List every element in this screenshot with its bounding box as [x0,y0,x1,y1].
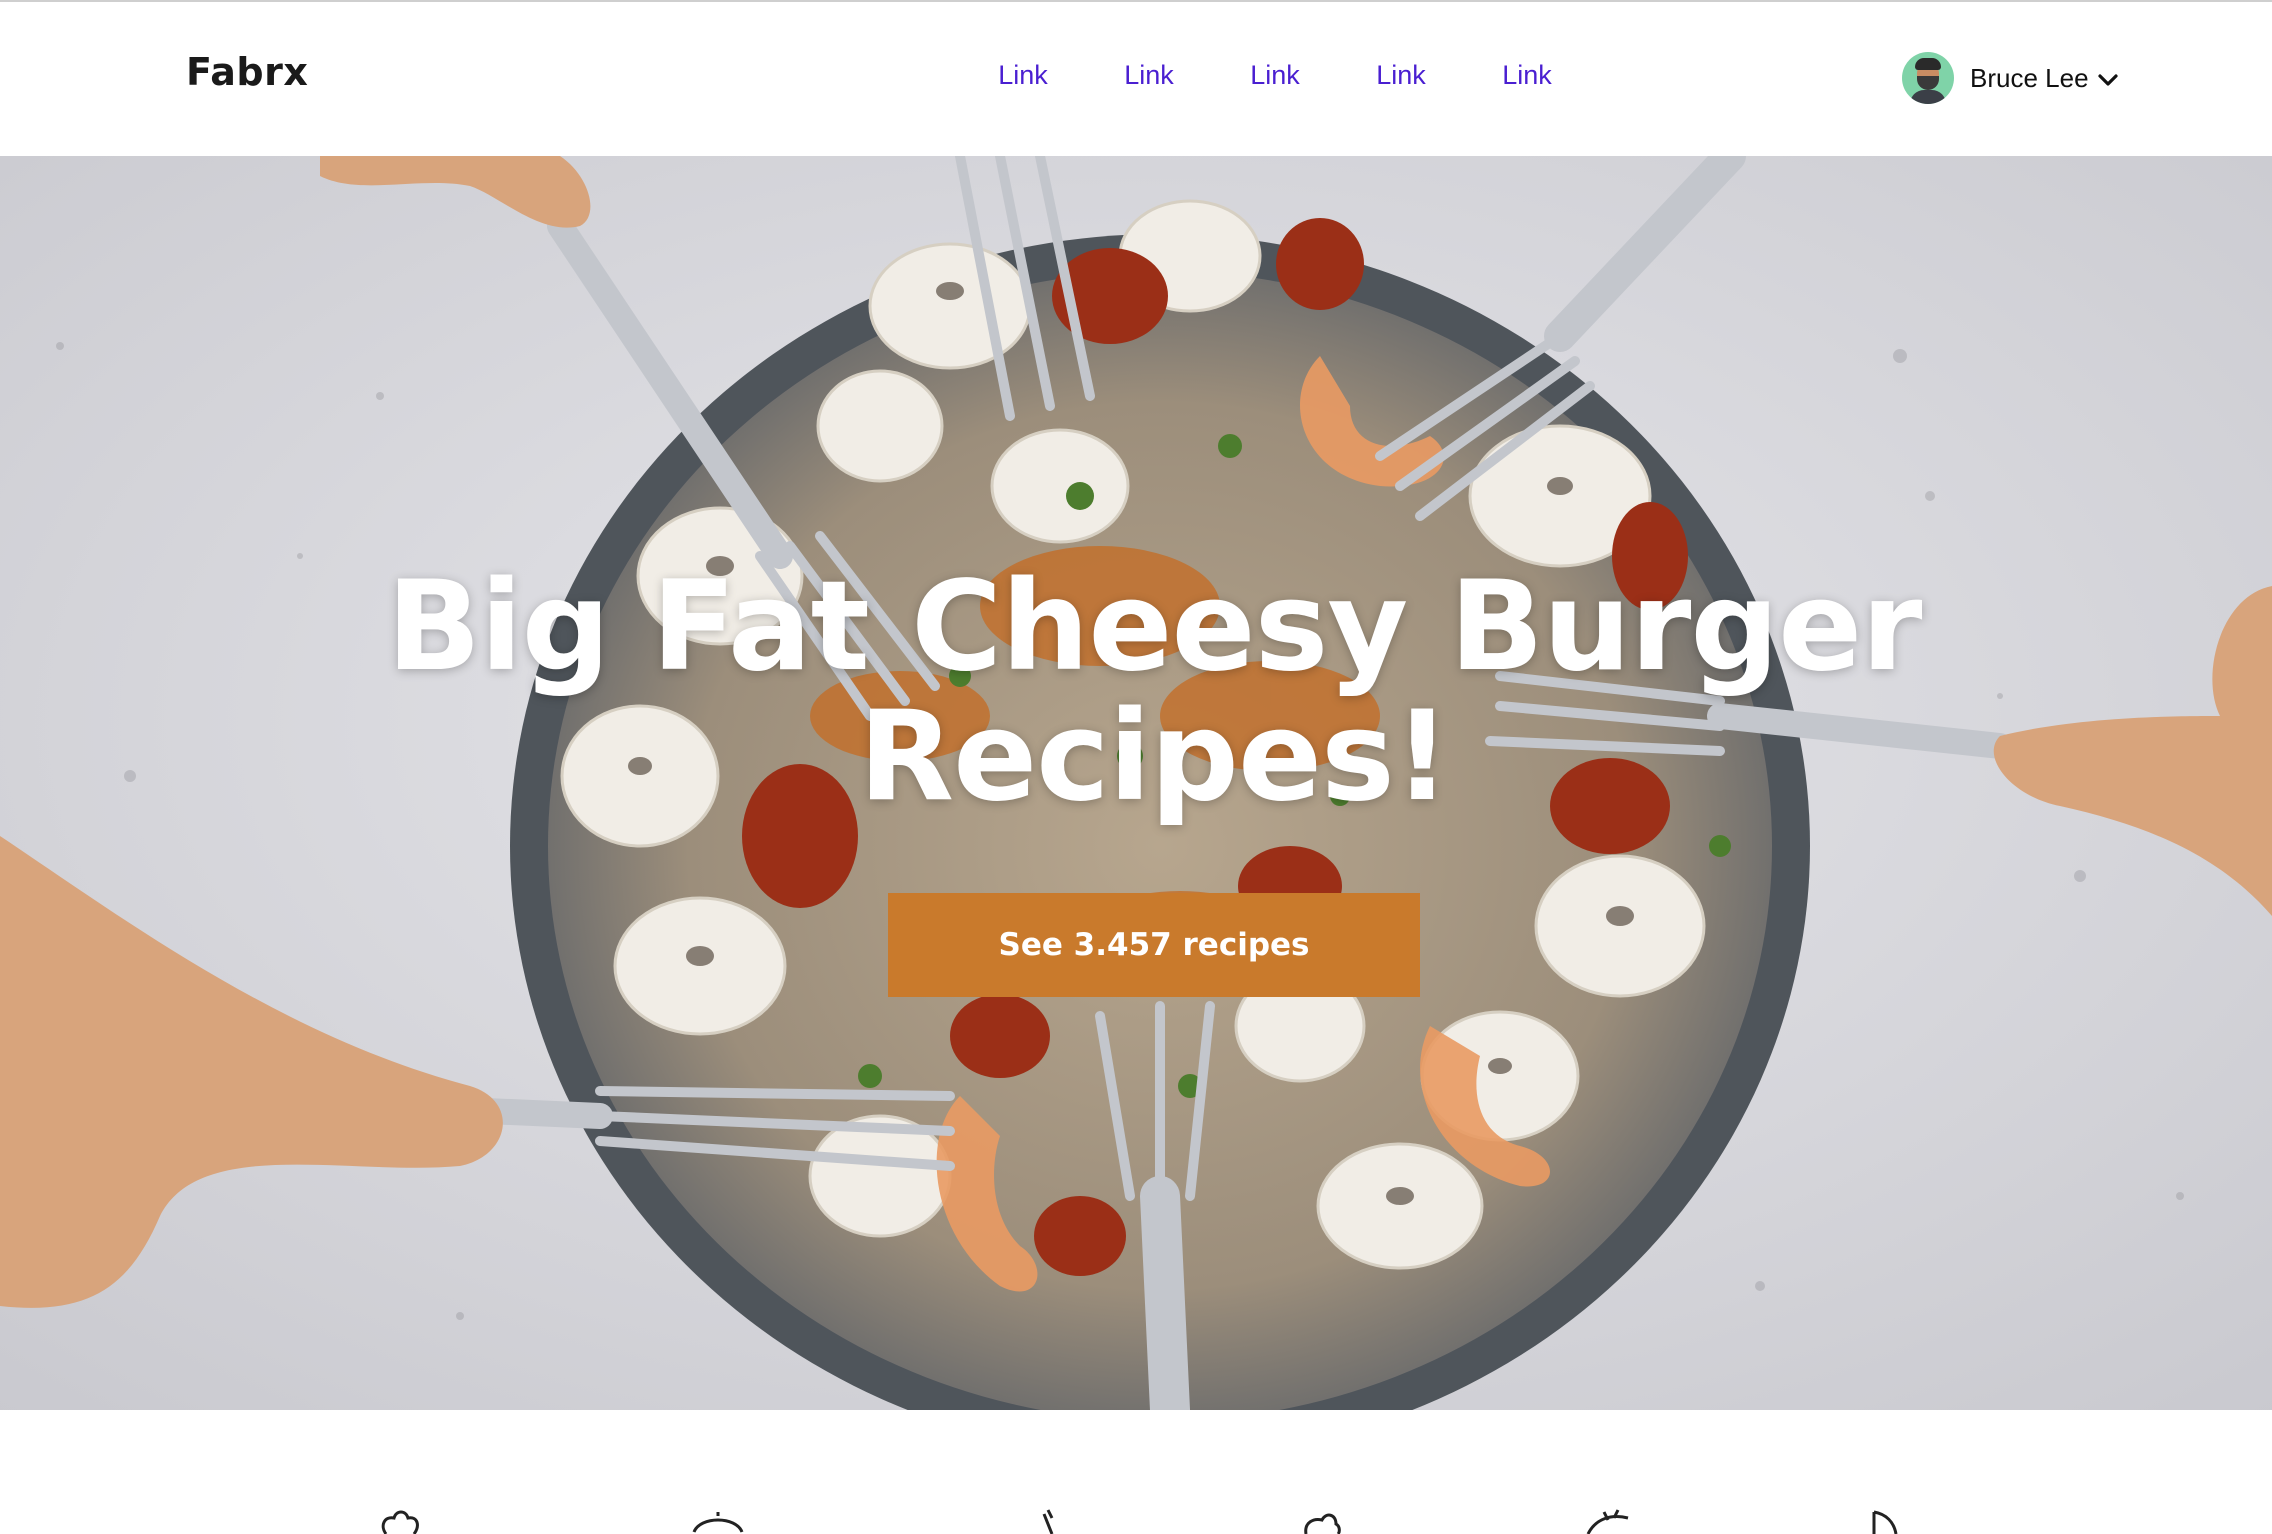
see-recipes-button[interactable]: See 3.457 recipes [888,893,1420,997]
nav-link-1[interactable]: Link [960,60,1086,100]
nav-link-2[interactable]: Link [1086,60,1212,100]
hero-title: Big Fat Cheesy Burger Recipes! [386,555,1923,829]
pizza-icon[interactable] [1858,1506,1918,1534]
chevron-down-icon[interactable] [2097,72,2119,88]
user-name[interactable]: Bruce Lee [1970,63,2089,94]
nav-link-4[interactable]: Link [1338,60,1464,100]
user-menu[interactable]: Bruce Lee [1902,52,2119,104]
hero-section: Big Fat Cheesy Burger Recipes! See 3.457… [0,156,2272,1410]
top-navbar: Fabrx Link Link Link Link Link Bruce Lee [0,2,2272,156]
category-strip [0,1410,2272,1534]
user-avatar-icon[interactable] [1902,52,1954,104]
carrot-icon[interactable] [1022,1506,1082,1534]
serving-dish-icon[interactable] [688,1506,748,1534]
leaf-icon[interactable] [1578,1506,1638,1534]
nav-link-5[interactable]: Link [1464,60,1590,100]
cupcake-icon[interactable] [1292,1506,1352,1534]
chef-hat-icon[interactable] [370,1506,430,1534]
brand-logo[interactable]: Fabrx [186,50,308,94]
nav-link-3[interactable]: Link [1212,60,1338,100]
main-nav: Link Link Link Link Link [960,60,1590,100]
